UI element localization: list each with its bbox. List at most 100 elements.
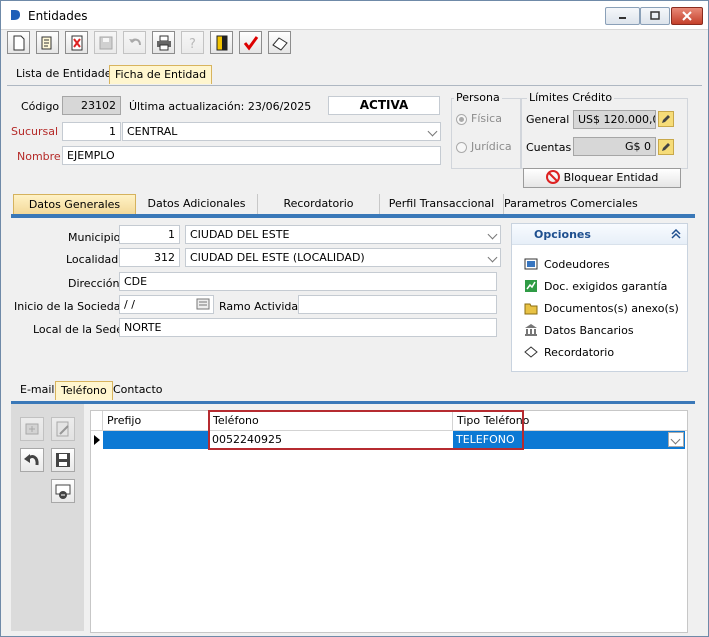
save-button[interactable] [94,31,117,54]
delete-row-button[interactable] [51,479,75,503]
collapse-chevron-icon[interactable] [671,229,681,239]
undo-icon [128,38,141,45]
sucursal-select[interactable]: CENTRAL [122,122,441,141]
fisica-label: Física [471,112,502,125]
exit-button[interactable] [210,31,233,54]
bottom-tab-underline [11,401,695,404]
clear-button[interactable] [268,31,291,54]
cell-telefono[interactable]: 0052240925 [209,431,453,449]
edit-row-button[interactable] [51,417,75,441]
tab-telefono[interactable]: Teléfono [55,381,113,400]
edit-cuentas-button[interactable] [658,139,674,155]
svg-text:?: ? [189,37,196,51]
grid-action-panel [11,404,84,631]
option-label: Recordatorio [544,345,615,359]
delete-icon [71,35,82,50]
help-button[interactable]: ? [181,31,204,54]
tab-datos-adicionales[interactable]: Datos Adicionales [136,194,258,214]
tab-lista-entidades[interactable]: Lista de Entidades [11,65,122,84]
people-icon [524,258,538,270]
fisica-radio[interactable] [456,114,467,125]
juridica-radio[interactable] [456,142,467,153]
column-prefijo[interactable]: Prefijo [103,411,209,430]
middle-tab-underline [11,214,695,218]
block-entity-button[interactable]: Bloquear Entidad [523,168,681,188]
localidad-select[interactable]: CIUDAD DEL ESTE (LOCALIDAD) [185,248,501,267]
direccion-field[interactable]: CDE [119,272,497,291]
note-icon [524,346,538,358]
add-row-button[interactable] [20,417,44,441]
grid-row-indicator-header [91,411,103,430]
minimize-button[interactable] [605,7,640,25]
edit-icon [41,36,51,49]
option-datos-bancarios[interactable]: Datos Bancarios [524,321,634,339]
option-codeudores[interactable]: Codeudores [524,255,610,273]
calendar-icon[interactable] [196,298,210,310]
cell-prefijo[interactable] [103,431,209,449]
check-icon [243,35,258,50]
edit-button[interactable] [36,31,59,54]
option-label: Documentos(s) anexo(s) [544,301,679,315]
general-credit-field: US$ 120.000,00 [573,110,656,129]
tab-perfil-transaccional[interactable]: Perfil Transaccional [380,194,504,214]
nombre-field[interactable]: EJEMPLO [62,146,441,165]
localidad-code-field[interactable]: 312 [119,248,180,267]
option-label: Doc. exigidos garantía [544,279,668,293]
tab-email[interactable]: E-mail [15,381,60,400]
close-button[interactable] [671,7,703,25]
new-button[interactable] [7,31,30,54]
confirm-button[interactable] [239,31,262,54]
pencil-icon [662,143,670,151]
undo-button[interactable] [123,31,146,54]
save-row-button[interactable] [51,448,75,472]
local-sede-field[interactable]: NORTE [119,318,497,337]
ramo-actividad-field[interactable] [298,295,497,314]
inicio-sociedad-label: Inicio de la Sociedad [14,300,128,313]
municipio-select-value: CIUDAD DEL ESTE [190,228,290,241]
opciones-header[interactable]: Opciones [512,224,687,245]
eraser-icon [271,36,288,51]
inicio-sociedad-value: / / [124,298,135,311]
add-row-icon [25,423,39,435]
sucursal-label: Sucursal [11,125,59,138]
tab-contacto[interactable]: Contacto [108,381,168,400]
option-label: Datos Bancarios [544,323,634,337]
telefono-grid: Prefijo Teléfono Tipo Teléfono 005224092… [90,410,688,633]
pencil-icon [662,115,670,123]
tipo-dropdown-button[interactable] [668,432,684,447]
option-doc-exigidos[interactable]: Doc. exigidos garantía [524,277,667,295]
tab-recordatorio[interactable]: Recordatorio [258,194,380,214]
nombre-label: Nombre [17,150,61,163]
save-icon [99,36,112,49]
municipio-code-field[interactable]: 1 [119,225,180,244]
maximize-button[interactable] [640,7,670,25]
print-button[interactable] [152,31,175,54]
top-tab-divider [7,85,702,86]
chevron-down-icon [670,434,681,445]
undo-row-button[interactable] [20,448,44,472]
municipio-select[interactable]: CIUDAD DEL ESTE [185,225,501,244]
middle-tabs: Datos Generales Datos Adicionales Record… [11,194,695,214]
edit-general-button[interactable] [658,111,674,127]
option-documentos-anexos[interactable]: Documentos(s) anexo(s) [524,299,679,317]
column-tipo-telefono[interactable]: Tipo Teléfono [453,411,687,430]
general-label: General [526,113,570,126]
block-icon [545,170,560,184]
inicio-sociedad-field[interactable]: / / [119,295,214,314]
delete-button[interactable] [65,31,88,54]
tab-parametros-comerciales[interactable]: Parametros Comerciales [504,194,638,214]
tab-datos-generales[interactable]: Datos Generales [13,194,136,214]
cell-tipo-telefono-value: TELEFONO [456,433,515,446]
print-icon [156,35,171,50]
delete-row-icon [55,484,71,499]
limites-group: Límites Crédito [521,91,688,169]
sucursal-code-field[interactable]: 1 [62,122,121,141]
option-recordatorio[interactable]: Recordatorio [524,343,614,361]
codigo-field[interactable]: 23102 [62,96,121,115]
chevron-down-icon [427,126,438,137]
new-icon [13,35,24,50]
cell-tipo-telefono[interactable]: TELEFONO [453,431,685,449]
column-telefono[interactable]: Teléfono [209,411,453,430]
tab-ficha-entidad[interactable]: Ficha de Entidad [109,65,213,84]
opciones-panel: Opciones Codeudores Doc. exigidos garant… [511,223,688,372]
